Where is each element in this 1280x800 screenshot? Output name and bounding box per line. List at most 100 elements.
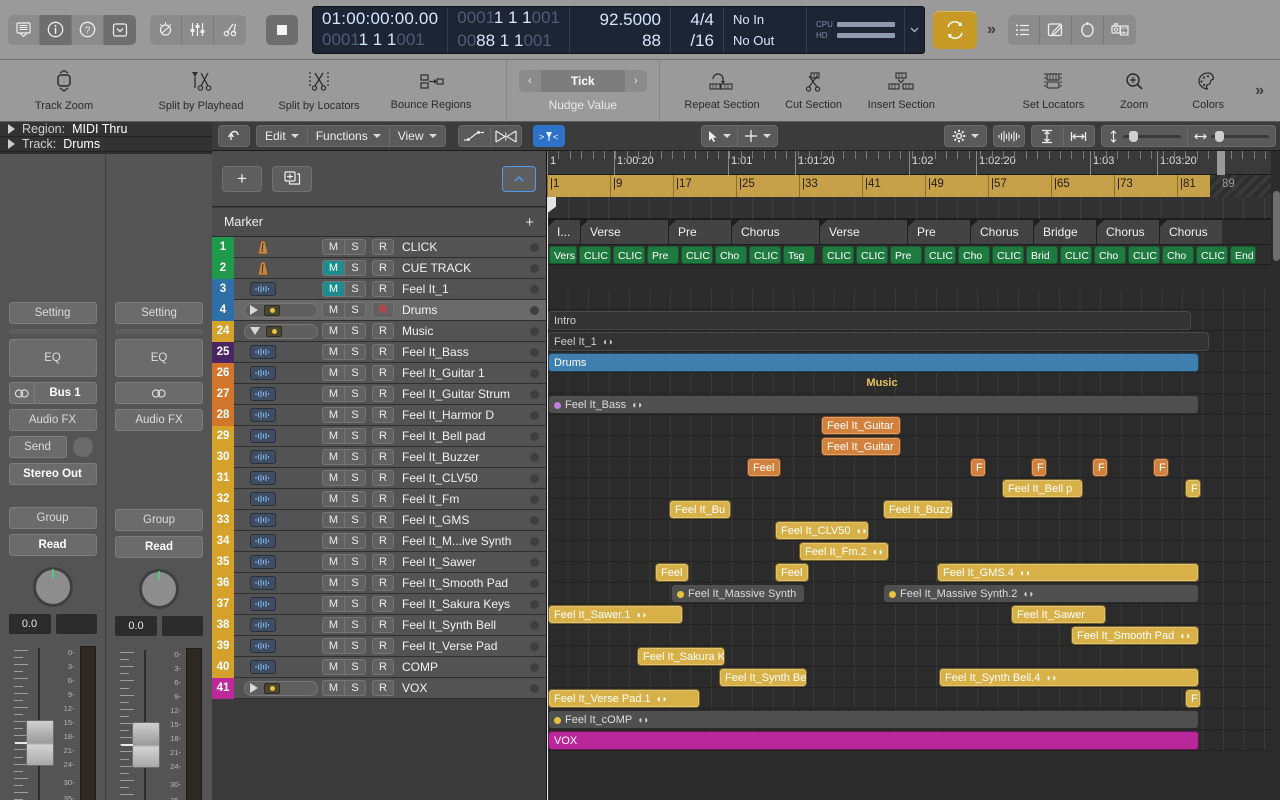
track-automation-dot[interactable] [530, 683, 539, 693]
track-solo-button[interactable]: S [344, 365, 366, 381]
fader-handle-2[interactable] [121, 722, 160, 768]
pan-value-2[interactable]: 0.0 [115, 616, 157, 636]
marquee-tool-button[interactable] [736, 125, 778, 147]
automation-mode-button[interactable]: Read [8, 534, 97, 556]
track-row[interactable]: 40 M S R COMP [212, 656, 546, 678]
track-record-button[interactable]: R [372, 554, 394, 570]
lcd-inout-cell[interactable]: No In No Out [724, 6, 807, 53]
track-solo-button[interactable]: S [344, 512, 366, 528]
track-mute-button[interactable]: M [322, 239, 344, 255]
track-record-button[interactable]: R [372, 302, 394, 318]
track-group-control[interactable] [244, 323, 318, 339]
region[interactable]: Feel It_cOMP ◖◗ [548, 710, 1199, 729]
track-lane[interactable]: Feel F F F F [547, 457, 1280, 478]
region[interactable]: F [1031, 458, 1047, 477]
track-automation-dot[interactable] [530, 389, 539, 399]
track-lane[interactable]: Feel It_Bell p F [547, 478, 1280, 499]
track-row[interactable]: 37 M S R Feel It_Sakura Keys [212, 593, 546, 615]
cycle-range[interactable]: |1 |9 |17 |25 |33 |41 |49 |57 |65 |73 |81 [547, 175, 1210, 197]
track-name[interactable]: Feel It_Harmor D [394, 408, 530, 422]
track-group-control[interactable] [244, 680, 318, 696]
snap-icon[interactable]: > < [532, 125, 565, 147]
vertical-zoom-thumb[interactable] [1128, 130, 1138, 142]
track-automation-dot[interactable] [530, 242, 539, 252]
region[interactable]: Feel It_Buzze [883, 500, 953, 519]
lcd-expand-chevron[interactable] [905, 7, 924, 53]
track-name[interactable]: Feel It_1 [394, 282, 530, 296]
region[interactable]: Feel It_Verse Pad.1 ◖◗ [548, 689, 700, 708]
track-record-button[interactable]: R [372, 239, 394, 255]
track-row[interactable]: 27 M S R Feel It_Guitar Strum [212, 383, 546, 405]
track-lane[interactable]: Feel It_Guitar [547, 436, 1280, 457]
track-name[interactable]: Feel It_Sawer [394, 555, 530, 569]
track-row[interactable]: 29 M S R Feel It_Bell pad [212, 425, 546, 447]
region[interactable]: Feel It_Bu [669, 500, 731, 519]
group-button[interactable]: Group [8, 507, 97, 529]
stop-icon[interactable] [266, 14, 298, 45]
track-automation-dot[interactable] [530, 620, 539, 630]
colors-button[interactable]: Colors [1171, 60, 1245, 121]
region[interactable]: Feel It_Massive Synth [671, 584, 805, 603]
marker[interactable]: Cho [958, 246, 990, 264]
disclosure-closed-icon[interactable] [250, 305, 258, 315]
marker[interactable]: Brid [1026, 246, 1058, 264]
track-mute-button[interactable]: M [322, 470, 344, 486]
toolbar-toggle-icon[interactable] [104, 14, 136, 45]
group-button-2[interactable]: Group [115, 509, 203, 531]
playhead[interactable] [547, 197, 556, 800]
track-automation-dot[interactable] [530, 578, 539, 588]
track-name[interactable]: Feel It_GMS [394, 513, 530, 527]
lcd-display[interactable]: 01:00:00:00.00 00011 1 1001 00011 1 1001… [312, 5, 925, 54]
track-solo-button[interactable]: S [344, 617, 366, 633]
track-automation-dot[interactable] [530, 368, 539, 378]
eq-button-2[interactable]: EQ [115, 339, 203, 377]
scrollbar-thumb[interactable] [1272, 191, 1280, 261]
track-record-button[interactable]: R [372, 344, 394, 360]
track-mute-button[interactable]: M [322, 533, 344, 549]
track-row[interactable]: 35 M S R Feel It_Sawer [212, 551, 546, 573]
region[interactable]: Feel It_Sawer.1 ◖◗ [548, 605, 683, 624]
track-automation-dot[interactable] [530, 284, 539, 294]
marker[interactable]: CLIC [822, 246, 854, 264]
vertical-scrollbar[interactable] [1270, 151, 1280, 800]
mixer-icon[interactable] [182, 14, 214, 45]
chevron-right-icon[interactable]: › [624, 69, 647, 92]
track-solo-button[interactable]: S [344, 323, 366, 339]
media-browser-icon[interactable] [1103, 14, 1136, 45]
lcd-timecode-cell[interactable]: 01:00:00:00.00 00011 1 1001 [313, 6, 449, 53]
region[interactable]: Feel It_CLV50 ◖◗ [775, 521, 869, 540]
track-solo-button[interactable]: S [344, 575, 366, 591]
track-name[interactable]: Feel It_Synth Bell [394, 618, 530, 632]
track-name[interactable]: Feel It_M...ive Synth [394, 534, 530, 548]
split-by-locators-button[interactable]: Split by Locators [266, 60, 372, 121]
track-automation-dot[interactable] [530, 305, 539, 315]
cut-section-button[interactable]: Cut Section [772, 60, 855, 121]
track-row[interactable]: 28 M S R Feel It_Harmor D [212, 404, 546, 426]
arrangement-marker[interactable]: Bridge [1033, 220, 1096, 244]
pointer-tool-button[interactable] [700, 125, 737, 147]
track-automation-dot[interactable] [530, 599, 539, 609]
stereo-icon-2[interactable] [115, 382, 203, 404]
region[interactable]: Feel It_Guitar [821, 437, 901, 456]
marker[interactable]: Pre [890, 246, 922, 264]
setting-button-2[interactable]: Setting [115, 302, 203, 324]
region[interactable]: Feel It_Guitar [821, 416, 901, 435]
track-automation-dot[interactable] [530, 662, 539, 672]
track-mute-button[interactable]: M [322, 323, 344, 339]
horizontal-zoom-track[interactable] [1210, 130, 1269, 142]
marker[interactable]: CLIC [924, 246, 956, 264]
region[interactable]: Feel It_Sakura K [637, 647, 725, 666]
toolbar2-overflow-button[interactable]: » [1245, 82, 1274, 100]
lcd-tempo-cell[interactable]: 92.5000 88 [570, 6, 671, 53]
track-record-button[interactable]: R [372, 449, 394, 465]
region[interactable]: F [1153, 458, 1169, 477]
marker[interactable]: CLIC [613, 246, 645, 264]
track-name[interactable]: Feel It_Bass [394, 345, 530, 359]
region[interactable]: F [1185, 479, 1201, 498]
marker[interactable]: CLIC [992, 246, 1024, 264]
track-row[interactable]: 32 M S R Feel It_Fm [212, 488, 546, 510]
bounce-regions-button[interactable]: Bounce Regions [378, 60, 484, 121]
track-solo-button[interactable]: S [344, 491, 366, 507]
track-lane[interactable]: Feel It_cOMP ◖◗ [547, 709, 1280, 730]
track-record-button[interactable]: R [372, 407, 394, 423]
